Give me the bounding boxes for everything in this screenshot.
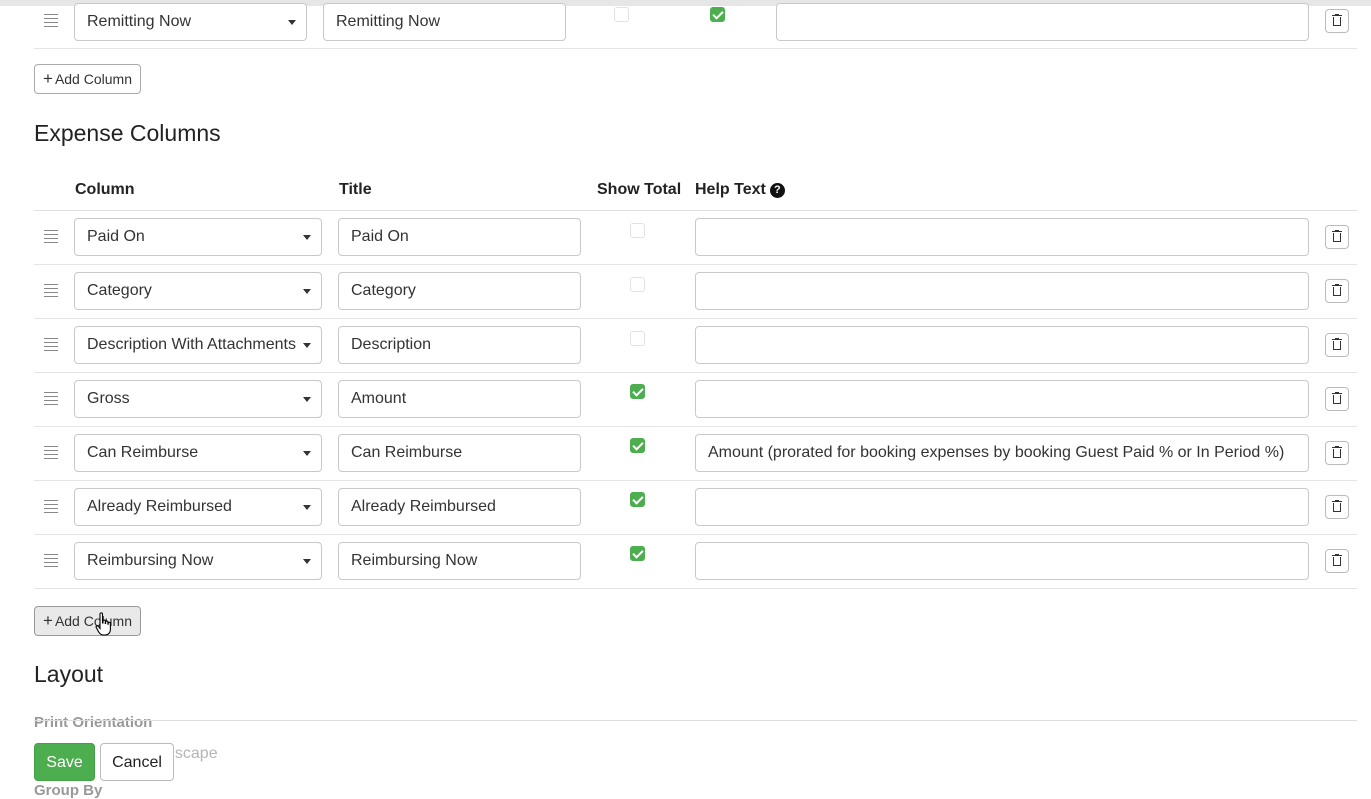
plus-icon: + (43, 611, 53, 630)
trash-icon[interactable] (1325, 387, 1349, 411)
show-total-checkbox[interactable] (614, 7, 629, 22)
section-title-expense-columns: Expense Columns (34, 120, 221, 146)
column-select[interactable]: Gross (74, 380, 322, 418)
drag-handle-icon[interactable] (44, 230, 58, 244)
drag-handle-icon[interactable] (44, 554, 58, 568)
trash-icon[interactable] (1325, 495, 1349, 519)
trash-icon[interactable] (1325, 441, 1349, 465)
trash-icon[interactable] (1325, 9, 1349, 33)
caret-down-icon (303, 505, 311, 510)
help-text-input[interactable] (695, 218, 1309, 256)
expense-column-row: Already Reimbursed Already Reimbursed (34, 480, 1357, 535)
help-text-input[interactable] (776, 3, 1309, 41)
revenue-column-row: Remitting Now Remitting Now (34, 0, 1357, 49)
column-select[interactable]: Description With Attachments (74, 326, 322, 364)
caret-down-icon (303, 397, 311, 402)
help-text-input[interactable] (695, 326, 1309, 364)
show-total-checkbox[interactable] (630, 384, 645, 399)
show-total-checkbox[interactable] (630, 223, 645, 238)
title-input[interactable]: Reimbursing Now (338, 542, 581, 580)
trash-icon[interactable] (1325, 549, 1349, 573)
question-circle-icon[interactable]: ? (769, 183, 785, 198)
column-select[interactable]: Already Reimbursed (74, 488, 322, 526)
title-input[interactable]: Amount (338, 380, 581, 418)
expense-column-row: Can Reimburse Can Reimburse Amount (prorat… (34, 426, 1357, 481)
save-button[interactable]: Save (34, 743, 95, 781)
column-select-value: Can Reimburse (87, 444, 199, 461)
header-column: Column (75, 181, 135, 198)
column-select[interactable]: Paid On (74, 218, 322, 256)
caret-down-icon (288, 20, 296, 25)
help-text-input[interactable] (695, 542, 1309, 580)
column-select[interactable]: Reimbursing Now (74, 542, 322, 580)
caret-down-icon (303, 343, 311, 348)
column-select-value: Description With Attachments (87, 336, 296, 353)
drag-handle-icon[interactable] (44, 500, 58, 514)
show-total-checkbox[interactable] (630, 331, 645, 346)
cancel-button[interactable]: Cancel (100, 743, 174, 781)
drag-handle-icon[interactable] (44, 284, 58, 298)
column-select-value: Category (87, 282, 152, 299)
title-input[interactable]: Already Reimbursed (338, 488, 581, 526)
column-select[interactable]: Remitting Now (74, 3, 307, 41)
expense-column-row: Reimbursing Now Reimbursing Now (34, 534, 1357, 589)
caret-down-icon (303, 235, 311, 240)
trash-icon[interactable] (1325, 333, 1349, 357)
expense-column-row: Description With Attachments Description (34, 318, 1357, 373)
header-title: Title (339, 181, 372, 198)
column-select[interactable]: Category (74, 272, 322, 310)
title-input[interactable]: Description (338, 326, 581, 364)
show-total-checkbox[interactable] (630, 438, 645, 453)
show-total-checkbox[interactable] (630, 492, 645, 507)
header-show-total: Show Total (597, 181, 682, 198)
header-help-text: Help Text? (695, 181, 785, 199)
show-total-checkbox[interactable] (630, 277, 645, 292)
expense-column-row: Category Category (34, 264, 1357, 319)
title-input[interactable]: Category (338, 272, 581, 310)
show-total-checkbox[interactable] (710, 7, 725, 22)
help-text-input[interactable] (695, 272, 1309, 310)
column-select[interactable]: Can Reimburse (74, 434, 322, 472)
drag-handle-icon[interactable] (44, 446, 58, 460)
drag-handle-icon[interactable] (44, 392, 58, 406)
help-text-input[interactable] (695, 380, 1309, 418)
trash-icon[interactable] (1325, 279, 1349, 303)
column-select-value: Reimbursing Now (87, 552, 214, 569)
help-text-input[interactable] (695, 488, 1309, 526)
expense-column-row: Paid On Paid On (34, 210, 1357, 265)
caret-down-icon (303, 289, 311, 294)
add-column-button[interactable]: + Add Column (34, 64, 141, 94)
drag-handle-icon[interactable] (44, 14, 58, 28)
caret-down-icon (303, 451, 311, 456)
title-input[interactable]: Remitting Now (323, 3, 566, 41)
caret-down-icon (303, 559, 311, 564)
column-select-value: Already Reimbursed (87, 498, 232, 515)
footer-divider (34, 720, 1357, 721)
trash-icon[interactable] (1325, 225, 1349, 249)
column-select-value: Remitting Now (87, 13, 192, 30)
drag-handle-icon[interactable] (44, 338, 58, 352)
column-select-value: Paid On (87, 228, 145, 245)
help-text-input[interactable]: Amount (prorated for booking expenses by… (695, 434, 1309, 472)
print-orientation-label: Print Orientation (34, 714, 153, 731)
group-by-label: Group By (34, 782, 103, 799)
title-input[interactable]: Paid On (338, 218, 581, 256)
plus-icon: + (43, 69, 53, 88)
column-select-value: Gross (87, 390, 130, 407)
expense-column-row: Gross Amount (34, 372, 1357, 427)
section-title-layout: Layout (34, 661, 104, 687)
add-column-button[interactable]: + Add Column (34, 606, 141, 636)
hand-pointer-icon (95, 612, 111, 636)
show-total-checkbox[interactable] (630, 546, 645, 561)
title-input[interactable]: Can Reimburse (338, 434, 581, 472)
